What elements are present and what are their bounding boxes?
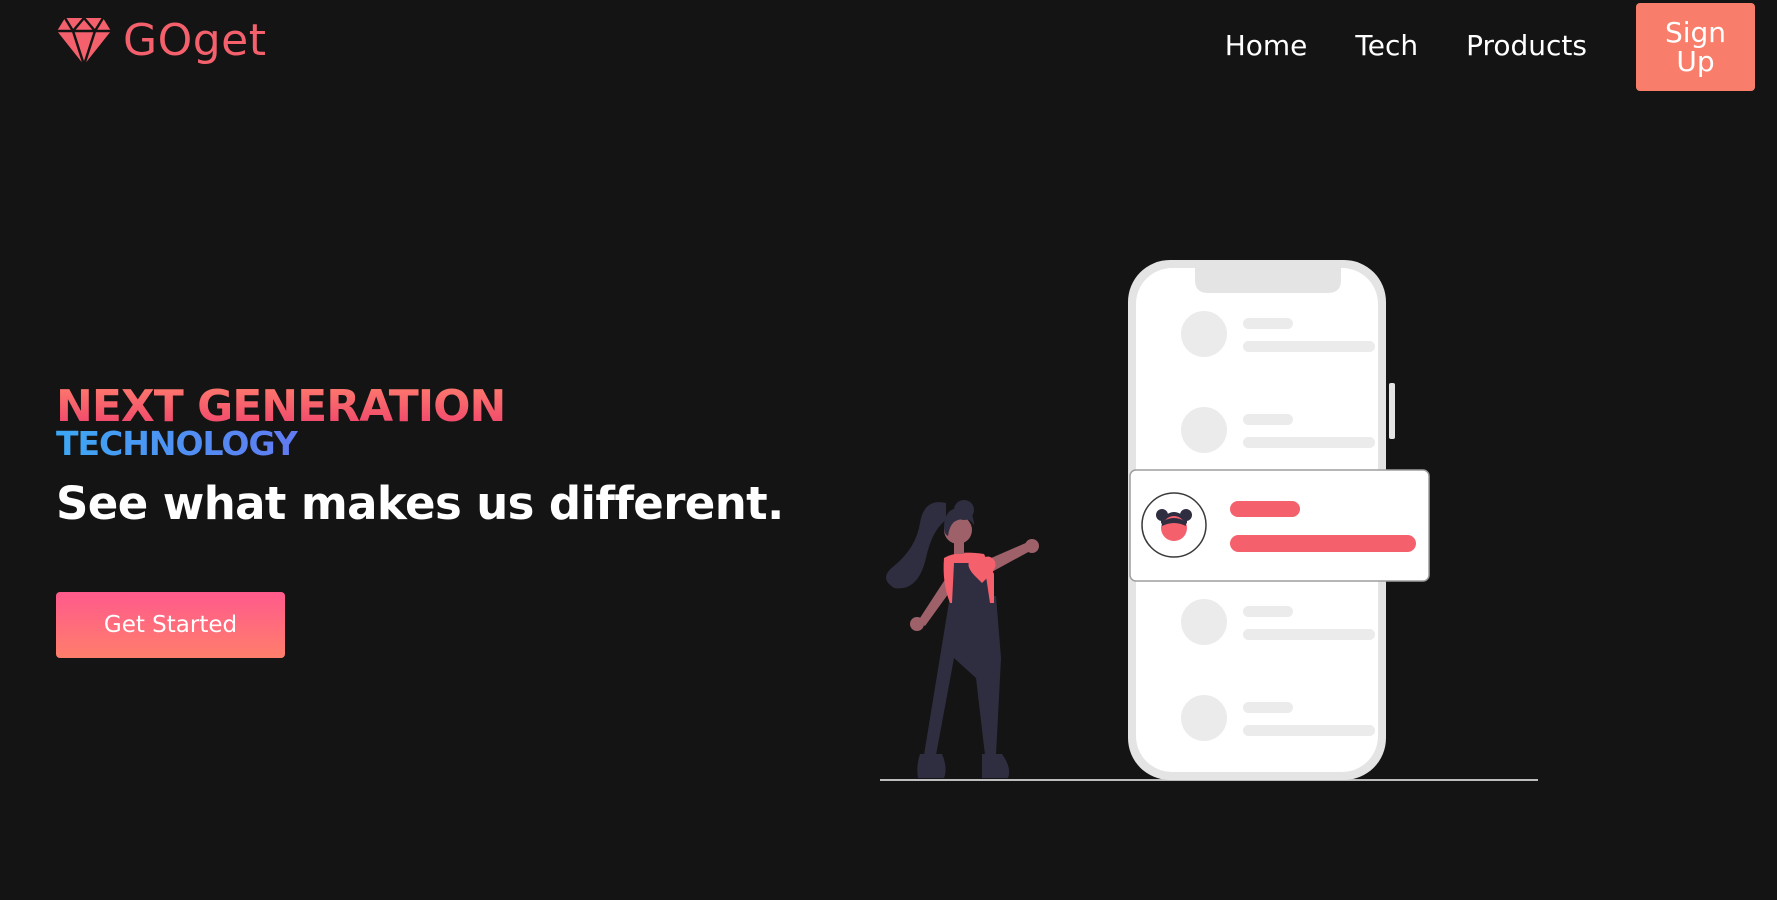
nav-link-home[interactable]: Home [1225, 32, 1308, 60]
phone-with-woman-illustration [878, 258, 1538, 783]
diamond-icon [57, 16, 111, 68]
brand-name: GOget [123, 15, 267, 66]
brand-logo[interactable]: GOget [55, 14, 266, 68]
get-started-button[interactable]: Get Started [56, 592, 285, 658]
sign-up-button[interactable]: Sign Up [1636, 3, 1755, 91]
woman-pointing-icon [886, 500, 1039, 778]
hero-tagline: See what makes us different. [56, 477, 784, 530]
avatar-icon [1141, 492, 1207, 558]
nav-link-products[interactable]: Products [1466, 32, 1587, 60]
landing-page: GOget Home Tech Products Sign Up NEXT GE… [0, 0, 1777, 900]
profile-card [1129, 469, 1430, 582]
nav-link-tech[interactable]: Tech [1355, 32, 1418, 60]
hero-section: NEXT GENERATION TECHNOLOGY See what make… [56, 382, 784, 532]
